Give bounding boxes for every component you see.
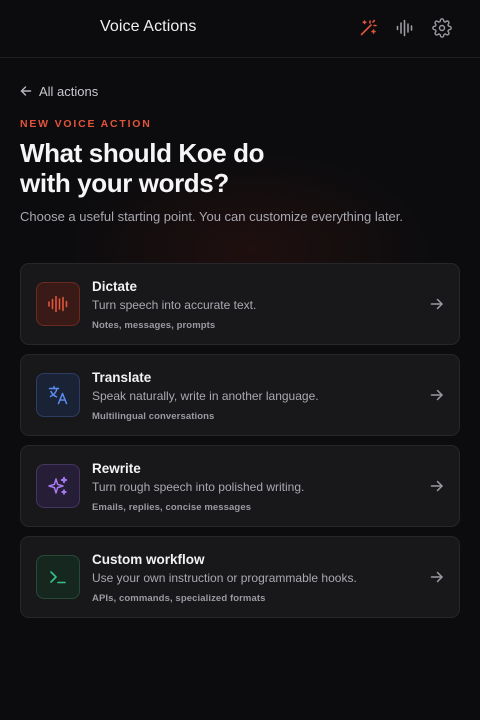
action-card-custom-workflow[interactable]: Custom workflow Use your own instruction…	[20, 536, 460, 618]
action-tags: Emails, replies, concise messages	[92, 502, 252, 513]
action-title: Dictate	[92, 279, 138, 294]
arrow-right-icon	[430, 571, 443, 583]
waveform-icon	[48, 295, 68, 313]
eyebrow-label: NEW VOICE ACTION	[20, 118, 152, 130]
subtitle: Choose a useful starting point. You can …	[20, 209, 404, 224]
waveform-icon	[396, 19, 413, 37]
waveform-button[interactable]	[393, 16, 417, 40]
sparkles-icon	[48, 476, 68, 495]
translate-icon	[48, 385, 68, 405]
action-list: Dictate Turn speech into accurate text. …	[20, 263, 460, 627]
arrow-right-icon	[430, 298, 443, 310]
action-tags: Notes, messages, prompts	[92, 320, 216, 331]
action-tags: APIs, commands, specialized formats	[92, 593, 266, 604]
magic-wand-button[interactable]	[356, 16, 380, 40]
custom-workflow-icon-tile	[36, 555, 80, 599]
action-card-rewrite[interactable]: Rewrite Turn rough speech into polished …	[20, 445, 460, 527]
headline-line-2: with your words?	[20, 168, 229, 198]
top-bar: Voice Actions	[0, 0, 480, 58]
back-link-label: All actions	[39, 83, 99, 99]
translate-icon-tile	[36, 373, 80, 417]
action-title: Translate	[92, 370, 152, 385]
arrow-right-icon	[430, 389, 443, 401]
dictate-icon-tile	[36, 282, 80, 326]
gear-icon	[432, 18, 452, 38]
settings-button[interactable]	[430, 16, 454, 40]
action-description: Speak naturally, write in another langua…	[92, 389, 319, 403]
terminal-icon	[50, 571, 66, 584]
action-tags: Multilingual conversations	[92, 411, 215, 422]
headline-line-1: What should Koe do	[20, 138, 265, 168]
action-description: Use your own instruction or programmable…	[92, 571, 357, 585]
action-title: Custom workflow	[92, 552, 205, 567]
rewrite-icon-tile	[36, 464, 80, 508]
action-description: Turn speech into accurate text.	[92, 298, 257, 312]
headline: What should Koe do with your words?	[20, 138, 340, 198]
back-link[interactable]: All actions	[20, 82, 98, 100]
arrow-left-icon	[20, 86, 32, 96]
magic-wand-icon	[360, 19, 377, 36]
arrow-right-icon	[430, 480, 443, 492]
action-card-dictate[interactable]: Dictate Turn speech into accurate text. …	[20, 263, 460, 345]
action-description: Turn rough speech into polished writing.	[92, 480, 305, 494]
action-card-translate[interactable]: Translate Speak naturally, write in anot…	[20, 354, 460, 436]
page-title: Voice Actions	[100, 18, 197, 35]
action-title: Rewrite	[92, 461, 141, 476]
